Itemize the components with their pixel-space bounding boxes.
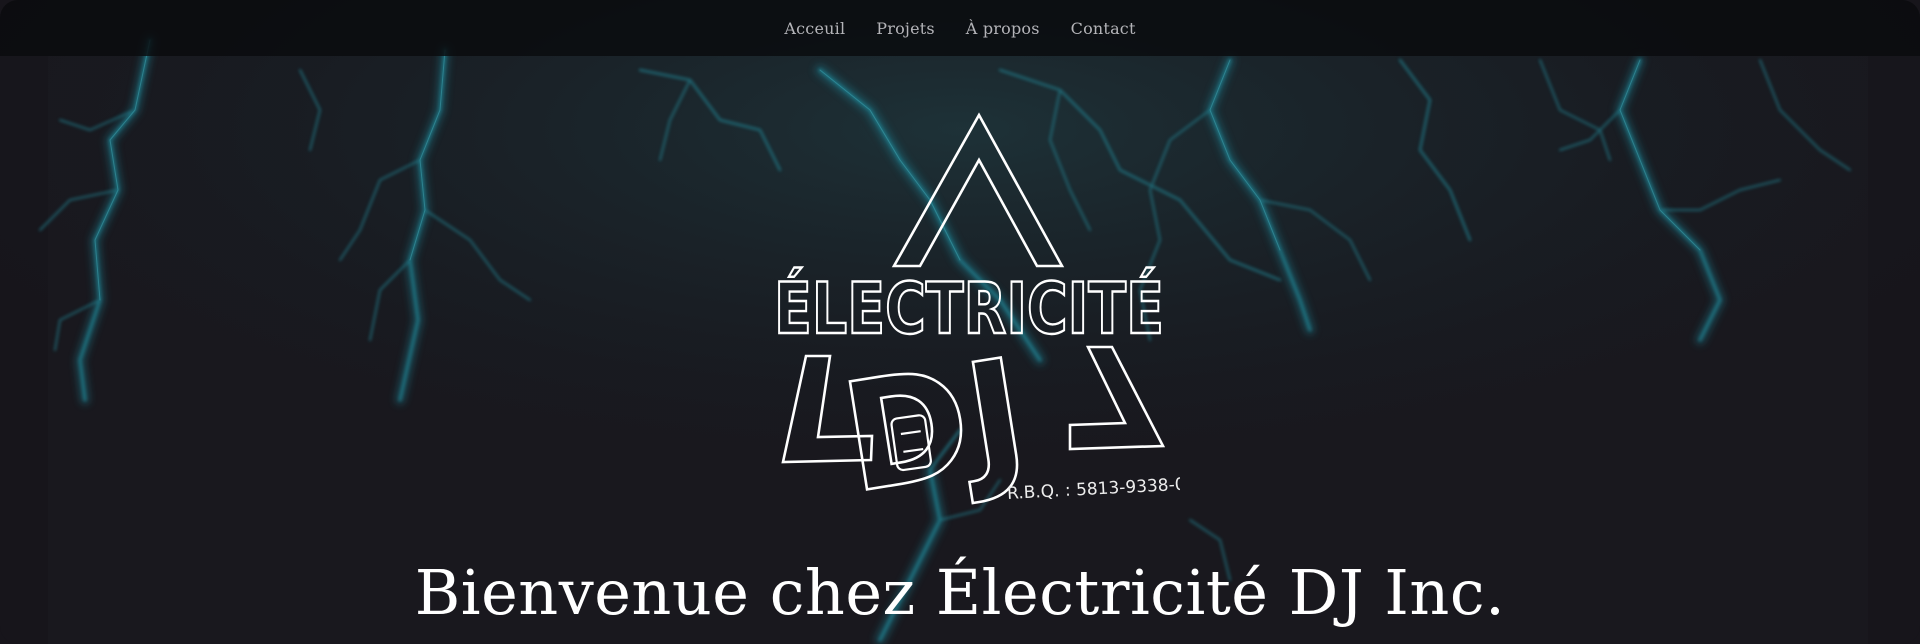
hero-title: Bienvenue chez Électricité DJ Inc. — [414, 556, 1506, 629]
nav-link-projets[interactable]: Projets — [876, 19, 935, 38]
nav-link-acceuil[interactable]: Acceuil — [784, 19, 845, 38]
page-frame: Acceuil Projets À propos Contact ÉLECTRI… — [0, 0, 1920, 644]
top-navigation: Acceuil Projets À propos Contact — [0, 0, 1920, 56]
logo-triangle-top — [891, 112, 1065, 268]
nav-link-contact[interactable]: Contact — [1071, 19, 1136, 38]
company-logo: ÉLECTRICITÉ DJ R.B.Q. : 5813-9338-01 — [773, 112, 1180, 526]
logo-chevron-right — [1068, 345, 1166, 451]
nav-link-a-propos[interactable]: À propos — [966, 19, 1040, 38]
